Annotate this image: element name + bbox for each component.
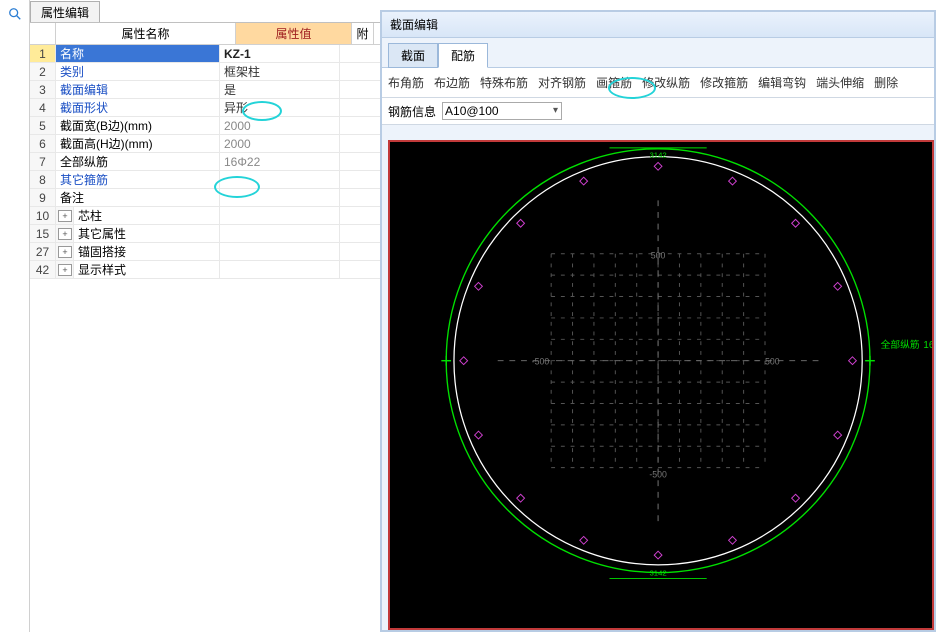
svg-text:全部纵筋: 全部纵筋: [881, 338, 920, 351]
row-name: 截面高(H边)(mm): [56, 135, 220, 152]
svg-text:-500: -500: [649, 469, 667, 479]
svg-text:3142: 3142: [649, 151, 666, 160]
row-value[interactable]: [220, 243, 340, 260]
row-value[interactable]: [220, 171, 340, 188]
cad-drawing: 3142 3142 500 500 -500 -500 全部纵筋 16: [390, 142, 932, 628]
table-row[interactable]: 8其它箍筋: [30, 171, 380, 189]
header-index: [30, 23, 56, 44]
row-value[interactable]: [220, 261, 340, 278]
table-row[interactable]: 6截面高(H边)(mm)2000: [30, 135, 380, 153]
row-index: 8: [30, 171, 56, 188]
row-name: 显示样式: [74, 261, 220, 278]
row-value[interactable]: [220, 189, 340, 206]
row-value[interactable]: [220, 207, 340, 224]
left-strip: [0, 0, 30, 632]
rebar-toolbar: 布角筋 布边筋 特殊布筋 对齐钢筋 画箍筋 修改纵筋 修改箍筋 编辑弯钩 端头伸…: [382, 67, 934, 98]
table-row[interactable]: 27+锚固搭接: [30, 243, 380, 261]
row-index: 9: [30, 189, 56, 206]
table-row[interactable]: 7全部纵筋16Φ22: [30, 153, 380, 171]
row-index: 6: [30, 135, 56, 152]
expand-icon[interactable]: +: [58, 228, 72, 240]
expand-icon[interactable]: +: [58, 246, 72, 258]
rebar-info-label: 钢筋信息: [388, 103, 436, 120]
btn-delete[interactable]: 删除: [874, 74, 898, 91]
row-value[interactable]: [220, 225, 340, 242]
expand-icon[interactable]: +: [58, 264, 72, 276]
row-index: 27: [30, 243, 56, 260]
row-name: 类别: [56, 63, 220, 80]
row-name: 芯柱: [74, 207, 220, 224]
table-row[interactable]: 10+芯柱: [30, 207, 380, 225]
btn-edge-rebar[interactable]: 布边筋: [434, 74, 470, 91]
btn-corner-rebar[interactable]: 布角筋: [388, 74, 424, 91]
cad-canvas[interactable]: 3142 3142 500 500 -500 -500 全部纵筋 16: [388, 140, 934, 630]
row-index: 42: [30, 261, 56, 278]
header-value[interactable]: 属性值: [236, 23, 352, 44]
row-index: 4: [30, 99, 56, 116]
row-name: 备注: [56, 189, 220, 206]
row-value[interactable]: 2000: [220, 135, 340, 152]
section-editor-panel: 截面编辑 截面 配筋 布角筋 布边筋 特殊布筋 对齐钢筋 画箍筋 修改纵筋 修改…: [380, 10, 936, 632]
row-value[interactable]: 是: [220, 81, 340, 98]
row-value[interactable]: KZ-1: [220, 45, 340, 62]
btn-special-rebar[interactable]: 特殊布筋: [480, 74, 528, 91]
table-row[interactable]: 42+显示样式: [30, 261, 380, 279]
table-row[interactable]: 3截面编辑是: [30, 81, 380, 99]
expand-icon[interactable]: +: [58, 210, 72, 222]
property-panel: 属性编辑 属性名称 属性值 附 1名称KZ-12类别框架柱3截面编辑是4截面形状…: [0, 0, 380, 632]
row-value[interactable]: 16Φ22: [220, 153, 340, 170]
tab-rebar[interactable]: 配筋: [438, 43, 488, 68]
btn-draw-stirrup[interactable]: 画箍筋: [596, 74, 632, 91]
svg-text:500: 500: [651, 251, 666, 261]
row-value[interactable]: 框架柱: [220, 63, 340, 80]
row-name: 名称: [56, 45, 220, 62]
btn-modify-stirrup[interactable]: 修改箍筋: [700, 74, 748, 91]
table-row[interactable]: 2类别框架柱: [30, 63, 380, 81]
tab-section[interactable]: 截面: [388, 43, 438, 68]
svg-text:3142: 3142: [649, 569, 666, 578]
svg-text:-500: -500: [532, 357, 550, 367]
search-icon[interactable]: [7, 6, 23, 22]
table-row[interactable]: 15+其它属性: [30, 225, 380, 243]
row-index: 7: [30, 153, 56, 170]
btn-end-extend[interactable]: 端头伸缩: [816, 74, 864, 91]
btn-edit-hook[interactable]: 编辑弯钩: [758, 74, 806, 91]
svg-text:16: 16: [923, 340, 932, 351]
row-value[interactable]: 2000: [220, 117, 340, 134]
row-value[interactable]: 异形: [220, 99, 340, 116]
row-name: 其它箍筋: [56, 171, 220, 188]
row-index: 10: [30, 207, 56, 224]
header-name[interactable]: 属性名称: [56, 23, 236, 44]
btn-align-rebar[interactable]: 对齐钢筋: [538, 74, 586, 91]
tab-property-edit[interactable]: 属性编辑: [30, 1, 100, 23]
row-name: 截面编辑: [56, 81, 220, 98]
row-name: 其它属性: [74, 225, 220, 242]
table-row[interactable]: 4截面形状异形: [30, 99, 380, 117]
row-index: 5: [30, 117, 56, 134]
row-name: 截面形状: [56, 99, 220, 116]
property-grid: 属性名称 属性值 附 1名称KZ-12类别框架柱3截面编辑是4截面形状异形5截面…: [30, 22, 380, 279]
row-index: 15: [30, 225, 56, 242]
table-row[interactable]: 5截面宽(B边)(mm)2000: [30, 117, 380, 135]
panel-title: 截面编辑: [382, 12, 934, 38]
row-name: 锚固搭接: [74, 243, 220, 260]
row-index: 3: [30, 81, 56, 98]
row-index: 2: [30, 63, 56, 80]
table-row[interactable]: 1名称KZ-1: [30, 45, 380, 63]
btn-modify-long[interactable]: 修改纵筋: [642, 74, 690, 91]
table-row[interactable]: 9备注: [30, 189, 380, 207]
header-extra[interactable]: 附: [352, 23, 374, 44]
row-name: 全部纵筋: [56, 153, 220, 170]
row-index: 1: [30, 45, 56, 62]
row-name: 截面宽(B边)(mm): [56, 117, 220, 134]
svg-text:500: 500: [765, 357, 780, 367]
rebar-info-select[interactable]: A10@100: [442, 102, 562, 120]
